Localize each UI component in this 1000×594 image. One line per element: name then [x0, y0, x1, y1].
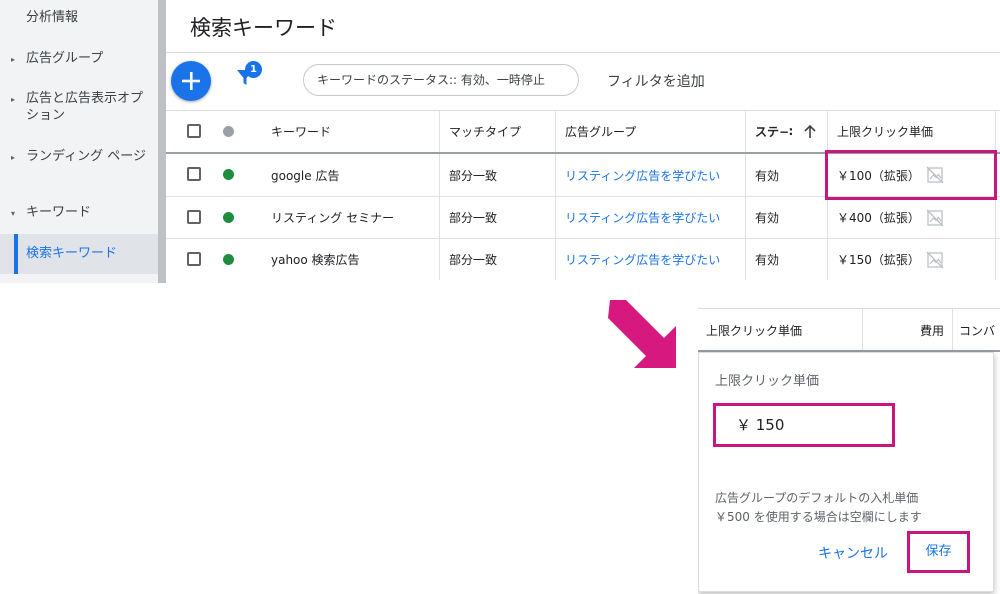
- column-header-keyword[interactable]: キーワード: [271, 111, 331, 152]
- cancel-button[interactable]: キャンセル: [818, 543, 888, 563]
- table-header: キーワード マッチタイプ 広告グループ ステ−∶ 上限クリック単価: [166, 110, 1000, 152]
- enabled-status-icon: [223, 169, 234, 180]
- table-row: yahoo 検索広告 部分一致 リスティング広告を学びたい 有効 ￥150（拡張…: [166, 238, 1000, 280]
- chevron-right-icon: ▸: [11, 55, 16, 64]
- no-image-icon[interactable]: [926, 251, 944, 269]
- keyword-list-screenshot: 分析情報 ▸ 広告グループ ▸ 広告と広告表示オプション ▸ ランディング ペー…: [0, 0, 1000, 283]
- column-divider: [745, 239, 746, 280]
- column-divider: [995, 197, 996, 238]
- sidebar-item-label: 広告と広告表示オプション: [26, 91, 144, 123]
- sidebar-item-landing-pages[interactable]: ▸ ランディング ページ: [0, 148, 158, 184]
- status-dot-icon: [223, 126, 234, 137]
- no-image-icon[interactable]: [926, 209, 944, 227]
- column-divider: [827, 111, 828, 152]
- highlight-box: [825, 150, 997, 200]
- column-divider: [439, 111, 440, 152]
- sidebar-item-label: ランディング ページ: [26, 149, 146, 164]
- sidebar-item-label: 検索キーワード: [26, 246, 118, 261]
- field-label: 上限クリック単価: [715, 374, 820, 389]
- filter-count-badge: 1: [245, 61, 262, 78]
- column-divider: [439, 197, 440, 238]
- bid-edit-popup: 上限クリック単価 ￥ 150 広告グループのデフォルトの入札単価 ￥500 を使…: [698, 352, 994, 592]
- column-divider: [827, 197, 828, 238]
- max-cpc-cell[interactable]: ￥400（拡張）: [837, 197, 920, 238]
- table-header: 上限クリック単価 費用 コンバ: [698, 308, 1000, 351]
- sidebar-item-ad-groups[interactable]: ▸ 広告グループ: [0, 50, 158, 70]
- chevron-down-icon: ▾: [11, 209, 16, 218]
- page-title: 検索キーワード: [190, 16, 337, 40]
- column-header-max-cpc[interactable]: 上限クリック単価: [706, 309, 802, 351]
- keyword-cell[interactable]: google 広告: [271, 154, 339, 196]
- arrow-up-icon[interactable]: [802, 124, 818, 140]
- select-all-checkbox[interactable]: [187, 124, 201, 138]
- status-cell: 有効: [755, 253, 780, 267]
- plus-icon: [182, 72, 200, 90]
- enabled-status-icon: [223, 212, 234, 223]
- row-checkbox[interactable]: [187, 167, 201, 181]
- column-header-conversions[interactable]: コンバ: [959, 309, 995, 351]
- column-divider: [555, 239, 556, 280]
- column-header-max-cpc[interactable]: 上限クリック単価: [837, 111, 933, 152]
- column-divider: [862, 309, 863, 351]
- help-text: 広告グループのデフォルトの入札単価: [715, 491, 919, 505]
- bid-editor-screenshot: 上限クリック単価 費用 コンバ 上限クリック単価 ￥ 150 広告グループのデフ…: [698, 308, 1000, 594]
- sidebar-nav: 分析情報 ▸ 広告グループ ▸ 広告と広告表示オプション ▸ ランディング ペー…: [0, 0, 158, 283]
- column-header-ad-group[interactable]: 広告グループ: [565, 111, 636, 152]
- status-cell: 有効: [755, 168, 780, 183]
- column-divider: [995, 111, 996, 152]
- ad-group-link[interactable]: リスティング広告を学びたい: [565, 154, 720, 196]
- match-type-cell: 部分一致: [449, 168, 498, 183]
- sidebar-item-insights[interactable]: 分析情報: [0, 9, 158, 29]
- help-text: ￥500 を使用する場合は空欄にします: [715, 510, 922, 524]
- column-divider: [439, 239, 440, 280]
- add-keyword-button[interactable]: [171, 61, 211, 101]
- sidebar-item-label: キーワード: [26, 205, 92, 220]
- sidebar-item-search-keywords[interactable]: 検索キーワード: [0, 234, 158, 274]
- sidebar-item-label: 分析情報: [26, 10, 79, 25]
- column-divider: [555, 154, 556, 196]
- column-header-cost[interactable]: 費用: [920, 309, 944, 351]
- row-checkbox[interactable]: [187, 252, 201, 266]
- save-button[interactable]: 保存: [907, 531, 970, 573]
- sidebar-scrollbar[interactable]: [158, 0, 166, 283]
- active-indicator: [14, 234, 18, 274]
- chevron-right-icon: ▸: [11, 95, 16, 104]
- column-divider: [745, 154, 746, 196]
- column-divider: [555, 197, 556, 238]
- divider: [166, 52, 1000, 53]
- table-row: リスティング セミナー 部分一致 リスティング広告を学びたい 有効 ￥400（拡…: [166, 196, 1000, 238]
- chevron-right-icon: ▸: [11, 153, 16, 162]
- row-checkbox[interactable]: [187, 210, 201, 224]
- column-divider: [555, 111, 556, 152]
- status-cell: 有効: [755, 211, 780, 225]
- ad-group-link[interactable]: リスティング広告を学びたい: [565, 197, 720, 238]
- max-cpc-input[interactable]: ￥ 150: [713, 403, 895, 447]
- add-filter-button[interactable]: フィルタを追加: [607, 71, 705, 91]
- arrow-down-right-icon: [608, 300, 676, 368]
- column-header-match-type[interactable]: マッチタイプ: [449, 111, 521, 152]
- ad-group-link[interactable]: リスティング広告を学びたい: [565, 239, 720, 280]
- keyword-cell[interactable]: yahoo 検索広告: [271, 239, 360, 280]
- sidebar-item-keywords[interactable]: ▾ キーワード: [0, 204, 158, 224]
- column-divider: [952, 309, 953, 351]
- main-panel: 検索キーワード 1 キーワードのステータス:: 有効、一時停止 フィルタを追加 …: [166, 0, 1000, 283]
- keyword-cell[interactable]: リスティング セミナー: [271, 197, 394, 238]
- sidebar-item-ads-extensions[interactable]: ▸ 広告と広告表示オプション: [0, 90, 158, 126]
- enabled-status-icon: [223, 254, 234, 265]
- column-divider: [745, 111, 746, 152]
- max-cpc-cell[interactable]: ￥150（拡張）: [837, 239, 920, 280]
- match-type-cell: 部分一致: [449, 253, 498, 267]
- sidebar-item-label: 広告グループ: [26, 51, 104, 66]
- column-divider: [439, 154, 440, 196]
- column-divider: [827, 239, 828, 280]
- match-type-cell: 部分一致: [449, 211, 498, 225]
- column-divider: [995, 239, 996, 280]
- status-filter-chip[interactable]: キーワードのステータス:: 有効、一時停止: [303, 64, 579, 96]
- column-header-status[interactable]: ステ−∶: [755, 111, 793, 152]
- column-divider: [745, 197, 746, 238]
